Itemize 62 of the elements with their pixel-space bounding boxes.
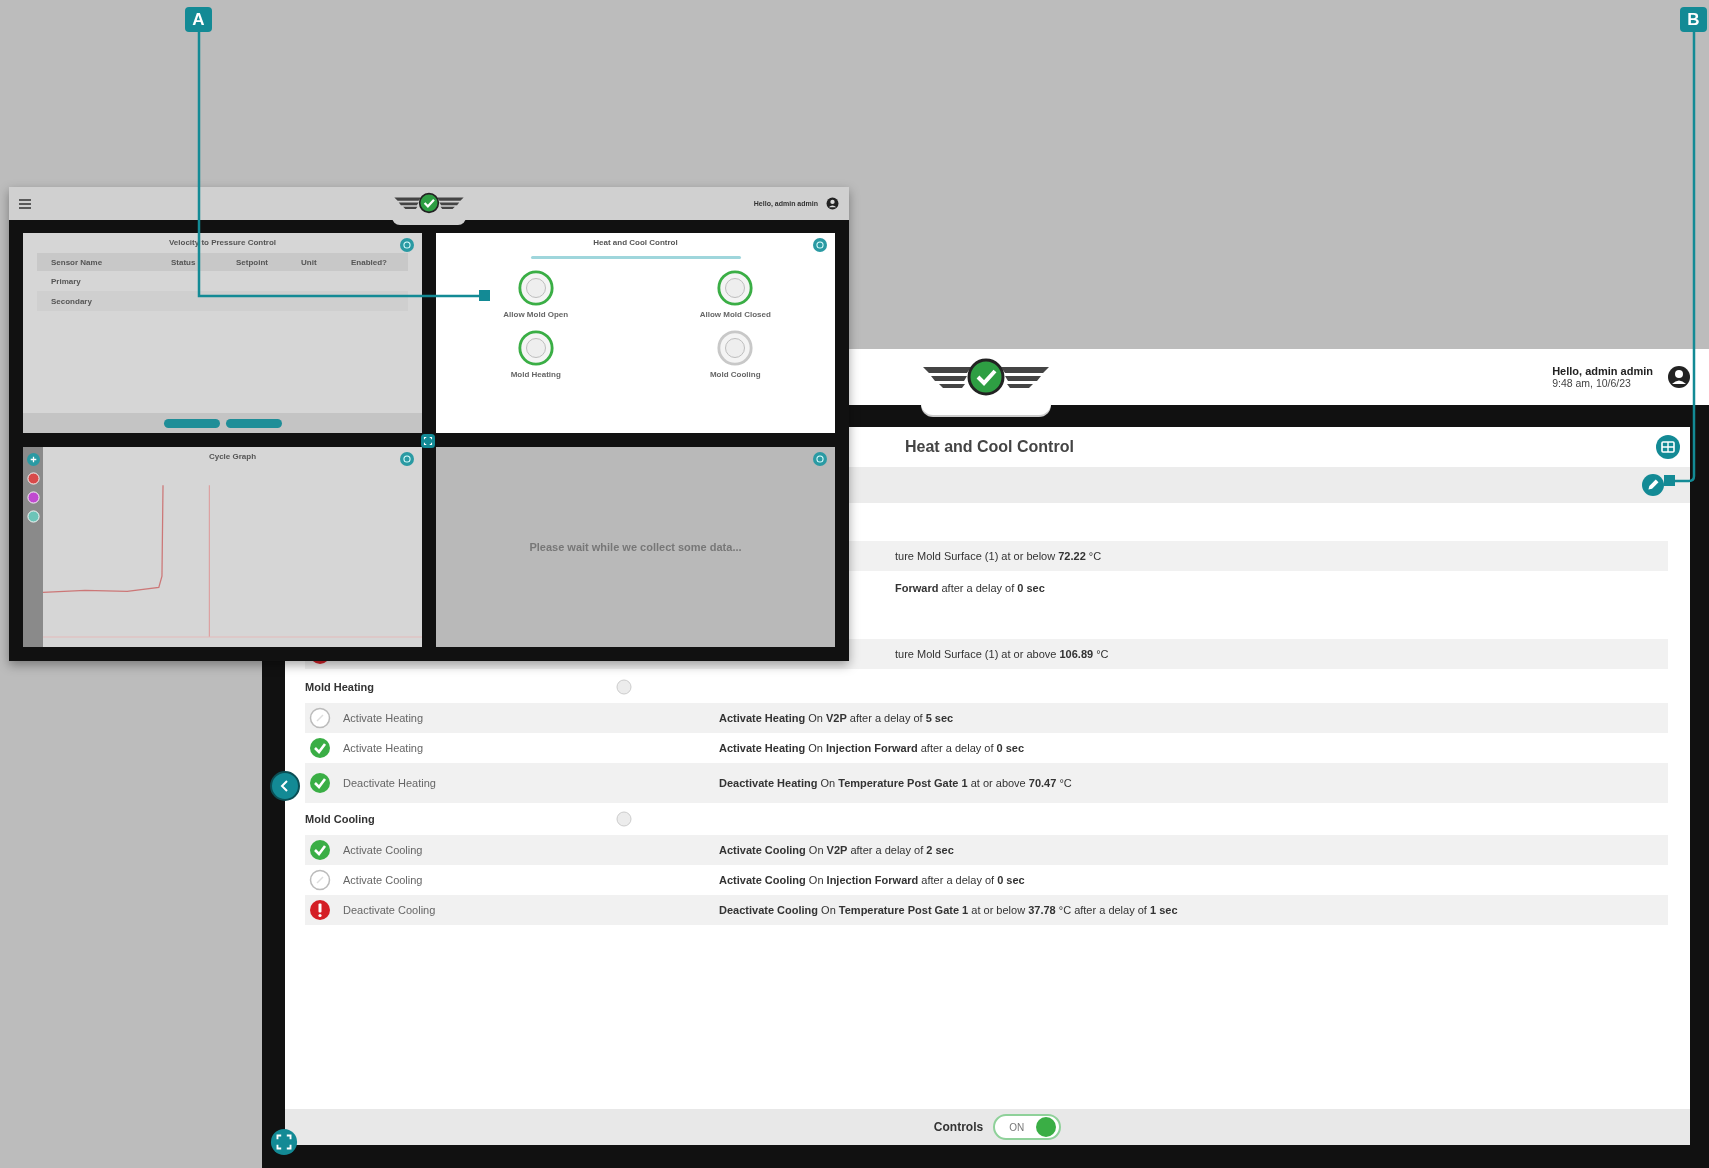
rule-description: Forward after a delay of 0 sec	[894, 582, 1045, 594]
rule-description: ture Mold Surface (1) at or above 106.89 °C	[894, 648, 1109, 660]
settings-icon[interactable]	[813, 238, 827, 252]
column-header: Unit	[301, 257, 318, 267]
settings-icon[interactable]	[813, 452, 827, 466]
dot-icon[interactable]	[26, 510, 40, 523]
rule-description: Deactivate Cooling On Temperature Post Gate 1 at or below 37.78 °C after a delay of 1 sec	[719, 904, 1178, 916]
rule-description: Activate Cooling On Injection Forward after a delay of 0 sec	[719, 874, 1025, 886]
section-heading: Mold Heating	[305, 681, 376, 693]
pill-button[interactable]	[163, 418, 220, 428]
rule-name: Activate Heating	[343, 742, 424, 754]
card-title: Velocity to Pressure Control	[168, 238, 277, 247]
date-time: 9:48 am, 10/6/23	[1552, 377, 1632, 389]
rule-description: ture Mold Surface (1) at or below 72.22 °C	[894, 550, 1102, 562]
column-header: Sensor Name	[51, 257, 104, 267]
grid-icon[interactable]	[1656, 435, 1680, 459]
rule-name: Activate Cooling	[343, 844, 423, 856]
menu-icon[interactable]	[19, 198, 31, 209]
controls-label: Controls	[933, 1120, 984, 1134]
card-title: Cycle Graph	[208, 452, 257, 461]
pill-button[interactable]	[225, 418, 282, 428]
settings-icon[interactable]	[400, 238, 414, 252]
user-greeting: Hello, admin admin	[1552, 365, 1653, 377]
loading-message: Please wait while we collect some data...	[529, 541, 742, 553]
plus-icon[interactable]	[26, 453, 40, 466]
rule-description: Deactivate Heating On Temperature Post Gate 1 at or above 70.47 °C	[719, 777, 1072, 789]
dashboard-card[interactable]: Velocity to Pressure Control Sensor Name Status Setpoint Unit Enabled? Primary Secondary	[23, 233, 422, 433]
indicator-label: Mold Cooling	[709, 370, 761, 379]
winged-check-logo-icon	[392, 192, 466, 214]
rule-name: Deactivate Heating	[343, 777, 436, 789]
indicator-label: Allow Mold Open	[503, 310, 569, 319]
indicator-label: Allow Mold Closed	[699, 310, 771, 319]
column-header: Enabled?	[351, 257, 388, 267]
dot-icon[interactable]	[26, 491, 40, 504]
dashboard-card[interactable]: Heat and Cool Control Allow Mold Open Allow Mold Closed Mold Heating Mold Cooling	[436, 233, 835, 433]
callout-badge: B	[1680, 7, 1707, 32]
controls-toggle[interactable]: ON	[993, 1114, 1062, 1140]
table-cell: Secondary	[51, 296, 92, 306]
card-title: Heat and Cool Control	[593, 238, 678, 247]
circle-icon	[616, 679, 632, 695]
user-avatar-icon[interactable]	[826, 197, 839, 210]
indicator-label: Mold Heating	[510, 370, 561, 379]
circle-icon	[616, 811, 632, 827]
fullscreen-icon[interactable]	[270, 1128, 298, 1156]
rule-name: Activate Heating	[343, 712, 424, 724]
rule-description: Activate Cooling On V2P after a delay of 2 sec	[719, 844, 954, 856]
table-cell: Primary	[51, 276, 81, 286]
dashboard-card[interactable]: Cycle Graph	[23, 447, 422, 647]
rule-description: Activate Heating On V2P after a delay of 5 sec	[719, 712, 954, 724]
user-avatar-icon[interactable]	[1667, 365, 1691, 389]
edit-icon[interactable]	[1642, 474, 1664, 496]
column-header: Setpoint	[236, 257, 269, 267]
column-header: Status	[171, 257, 197, 267]
rule-name: Deactivate Cooling	[343, 904, 436, 916]
section-heading: Mold Cooling	[305, 813, 376, 825]
callout-badge: A	[185, 7, 212, 32]
dot-icon[interactable]	[26, 472, 40, 485]
rule-description: Activate Heating On Injection Forward after a delay of 0 sec	[719, 742, 1025, 754]
settings-icon[interactable]	[400, 452, 414, 466]
rule-name: Activate Cooling	[343, 874, 423, 886]
resize-icon[interactable]	[421, 434, 435, 448]
panel-title: Heat and Cool Control	[905, 438, 1075, 456]
